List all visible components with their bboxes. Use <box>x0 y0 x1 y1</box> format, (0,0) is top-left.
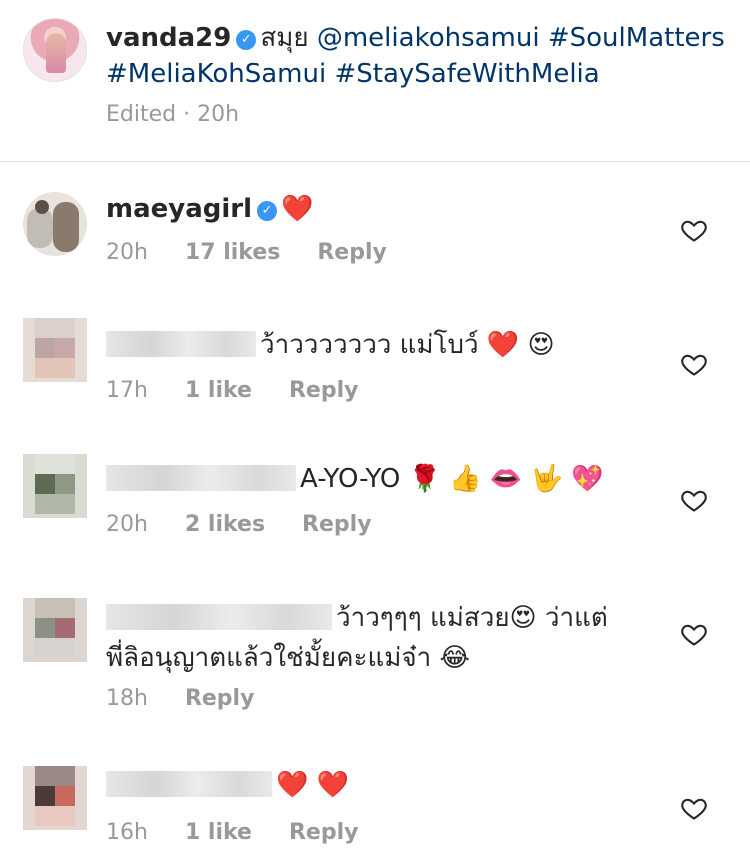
divider <box>0 161 750 162</box>
comment-item: ว้าววววววว แม่โบว์ ❤️ 😍 17h 1 like Reply <box>0 318 750 428</box>
avatar[interactable] <box>23 598 87 662</box>
blurred-username[interactable] <box>106 331 256 357</box>
comment-text: ❤️ ❤️ <box>276 770 350 800</box>
caption-username[interactable]: vanda29 <box>106 23 231 53</box>
hashtag-link[interactable]: #SoulMatters <box>548 23 725 53</box>
comment-likes[interactable]: 1 like <box>185 820 252 845</box>
heart-outline-icon[interactable] <box>680 350 708 378</box>
comment-likes[interactable]: 2 likes <box>185 512 265 537</box>
comment-time: 18h <box>106 686 148 711</box>
comment-time: 20h <box>106 512 148 537</box>
comment-text: ว้าววววววว แม่โบว์ ❤️ 😍 <box>260 330 555 360</box>
comment-text: ❤️ <box>281 194 314 224</box>
reply-button[interactable]: Reply <box>289 378 359 403</box>
caption-body: สมุย <box>260 23 309 53</box>
heart-outline-icon[interactable] <box>680 794 708 822</box>
blurred-username[interactable] <box>106 465 296 491</box>
avatar[interactable] <box>23 318 87 382</box>
heart-outline-icon[interactable] <box>680 216 708 244</box>
comment-item: ❤️ ❤️ 16h 1 like Reply <box>0 758 750 863</box>
comment-text: A-YO-YO 🌹 👍 👄 🤟 💖 <box>300 464 604 494</box>
comment-text: ว้าวๆๆๆ แม่สวย😍 ว่าแต่ <box>336 603 608 633</box>
hashtag-link[interactable]: #MeliaKohSamui <box>106 59 326 89</box>
blurred-username[interactable] <box>106 771 272 797</box>
reply-button[interactable]: Reply <box>289 820 359 845</box>
verified-badge-icon: ✓ <box>236 30 257 50</box>
comment-time: 16h <box>106 820 148 845</box>
comment-item: maeyagirl ✓ ❤️ 20h 17 likes Reply <box>0 190 750 290</box>
verified-badge-icon: ✓ <box>257 201 278 221</box>
comment-time: 17h <box>106 378 148 403</box>
comment-text-line2: พี่ลิอนุญาตแล้วใช่มั้ยคะแม่จ๋า 😂 <box>106 643 470 673</box>
avatar[interactable] <box>23 454 87 518</box>
comment-likes[interactable]: 1 like <box>185 378 252 403</box>
heart-outline-icon[interactable] <box>680 620 708 648</box>
comment-likes[interactable]: 17 likes <box>185 240 280 265</box>
avatar[interactable] <box>23 192 87 256</box>
caption-block: vanda29 ✓ สมุย @meliakohsamui #SoulMatters… <box>0 0 750 162</box>
reply-button[interactable]: Reply <box>185 686 255 711</box>
comment-username[interactable]: maeyagirl <box>106 194 252 224</box>
reply-button[interactable]: Reply <box>317 240 387 265</box>
avatar[interactable] <box>23 766 87 830</box>
mention-link[interactable]: @meliakohsamui <box>317 23 540 53</box>
comment-item: ว้าวๆๆๆ แม่สวย😍 ว่าแต่ พี่ลิอนุญาตแล้วใช… <box>0 590 750 730</box>
comment-item: A-YO-YO 🌹 👍 👄 🤟 💖 20h 2 likes Reply <box>0 452 750 562</box>
blurred-username[interactable] <box>106 604 332 630</box>
comment-time: 20h <box>106 240 148 265</box>
avatar[interactable] <box>23 18 87 82</box>
hashtag-link[interactable]: #StaySafeWithMelia <box>334 59 599 89</box>
caption-meta: Edited · 20h <box>106 102 240 127</box>
heart-outline-icon[interactable] <box>680 486 708 514</box>
caption-text: vanda29 ✓ สมุย @meliakohsamui #SoulMatters… <box>106 20 736 92</box>
reply-button[interactable]: Reply <box>302 512 372 537</box>
